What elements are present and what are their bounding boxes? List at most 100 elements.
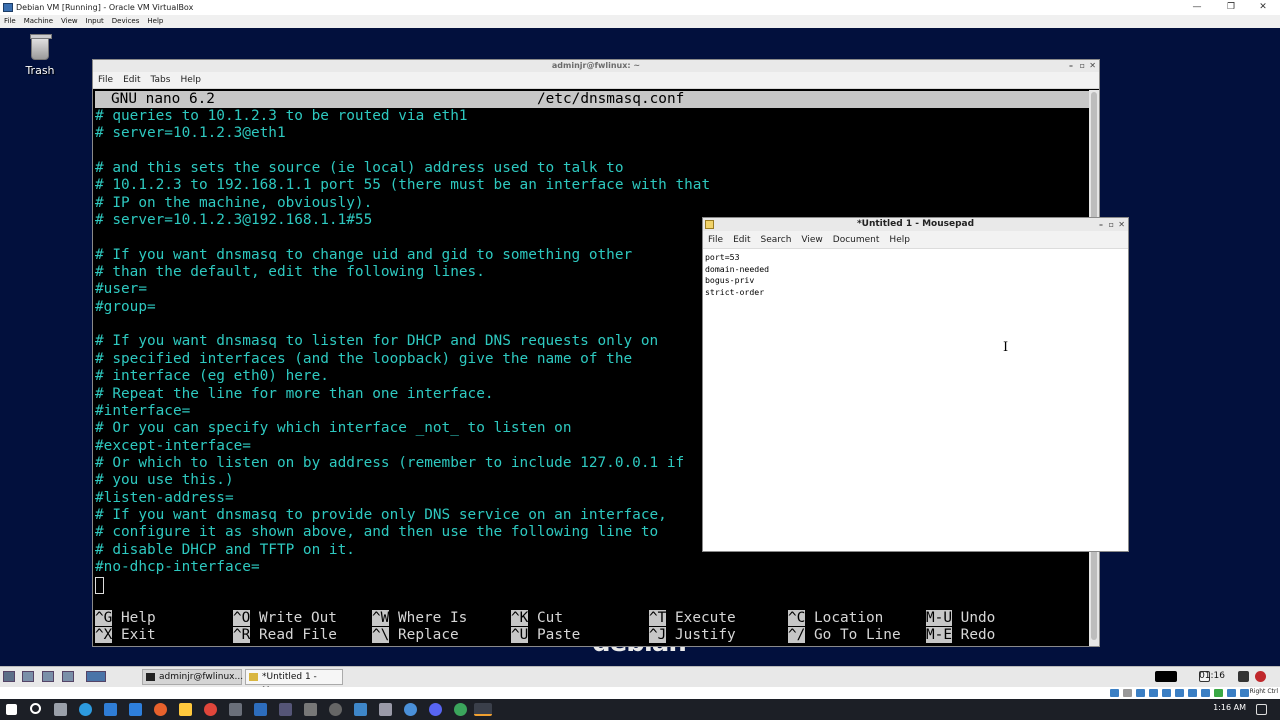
host-minimize-button[interactable]: — [1182, 0, 1212, 15]
mouse-integration-icon[interactable] [1227, 689, 1236, 697]
trash-icon [30, 34, 52, 60]
recording-status-icon[interactable] [1201, 689, 1210, 697]
shortcut-go-to-line[interactable]: ^/ Go To Line [788, 627, 901, 644]
file-explorer-icon[interactable] [179, 703, 192, 716]
vbox-status-bar: Right Ctrl [0, 687, 1280, 699]
mousepad-menu-file[interactable]: File [703, 231, 728, 249]
power-icon[interactable] [1255, 671, 1266, 682]
nano-filename: /etc/dnsmasq.conf [537, 91, 685, 107]
workspace-switcher-icon[interactable] [86, 671, 106, 682]
host-menu-input[interactable]: Input [82, 15, 108, 28]
host-taskbar: 1:16 AM [0, 699, 1280, 720]
mousepad-maximize-icon[interactable]: ▫ [1109, 218, 1114, 231]
task-terminal[interactable]: adminjr@fwlinux... [142, 669, 243, 685]
trash-label: Trash [25, 64, 55, 77]
mousepad-menu-document[interactable]: Document [828, 231, 885, 249]
terminal-close-icon[interactable]: ✕ [1089, 60, 1096, 72]
host-maximize-button[interactable]: ❐ [1216, 0, 1246, 15]
terminal-titlebar[interactable]: adminjr@fwlinux: ~ – ▫ ✕ [93, 60, 1099, 72]
app-icon[interactable] [254, 703, 267, 716]
app-icon[interactable] [379, 703, 392, 716]
terminal-menu-file[interactable]: File [93, 72, 118, 89]
keyboard-status-icon[interactable] [1240, 689, 1249, 697]
app-icon[interactable] [454, 703, 467, 716]
mousepad-menu-edit[interactable]: Edit [728, 231, 755, 249]
host-menu-help[interactable]: Help [143, 15, 167, 28]
app-icon[interactable] [404, 703, 417, 716]
optical-status-icon[interactable] [1123, 689, 1132, 697]
shortcut-write-out[interactable]: ^O Write Out [233, 610, 337, 627]
app-icon[interactable] [279, 703, 292, 716]
tray-box-icon[interactable] [1155, 671, 1177, 682]
windows-start-icon[interactable] [6, 704, 17, 715]
task-view-icon[interactable] [54, 703, 67, 716]
text-line: # server=10.1.2.3@eth1 [95, 125, 286, 142]
app-icon[interactable] [129, 703, 142, 716]
applications-menu-icon[interactable] [3, 671, 15, 682]
terminal-launcher-icon[interactable] [42, 671, 54, 682]
shared-folders-icon[interactable] [1175, 689, 1184, 697]
nano-version: GNU nano 6.2 [111, 91, 215, 107]
chrome-icon[interactable] [204, 703, 217, 716]
mousepad-app-icon [705, 220, 714, 229]
host-key-hint: Right Ctrl [1249, 688, 1278, 695]
shortcut-exit[interactable]: ^X Exit [95, 627, 156, 644]
terminal-minimize-icon[interactable]: – [1069, 60, 1073, 72]
terminal-menubar: File Edit Tabs Help [93, 72, 1099, 89]
discord-icon[interactable] [429, 703, 442, 716]
audio-status-icon[interactable] [1136, 689, 1145, 697]
firefox-icon[interactable] [154, 703, 167, 716]
mousepad-titlebar[interactable]: *Untitled 1 - Mousepad – ▫ ✕ [703, 218, 1128, 231]
text-cursor [95, 577, 104, 594]
ibeam-cursor-icon: I [1003, 340, 1009, 355]
trash-desktop-icon[interactable]: Trash [22, 34, 58, 77]
network-status-icon[interactable] [1149, 689, 1158, 697]
usb-status-icon[interactable] [1162, 689, 1171, 697]
app-icon[interactable] [104, 703, 117, 716]
host-menu-file[interactable]: File [0, 15, 20, 28]
terminal-menu-tabs[interactable]: Tabs [146, 72, 176, 89]
host-menu-view[interactable]: View [57, 15, 82, 28]
shortcut-where-is[interactable]: ^W Where Is [372, 610, 467, 627]
hdd-status-icon[interactable] [1110, 689, 1119, 697]
shortcut-justify[interactable]: ^J Justify [649, 627, 736, 644]
network-icon[interactable] [1238, 671, 1249, 682]
notifications-icon[interactable] [1256, 704, 1267, 715]
shortcut-replace[interactable]: ^\ Replace [372, 627, 459, 644]
mousepad-menu-search[interactable]: Search [756, 231, 797, 249]
cpu-status-icon[interactable] [1214, 689, 1223, 697]
mousepad-close-icon[interactable]: ✕ [1118, 218, 1125, 231]
mousepad-menu-help[interactable]: Help [884, 231, 915, 249]
mousepad-minimize-icon[interactable]: – [1099, 218, 1103, 231]
host-close-button[interactable]: ✕ [1248, 0, 1278, 15]
host-menu-machine[interactable]: Machine [20, 15, 57, 28]
mousepad-text-area[interactable]: port=53 domain-needed bogus-priv strict-… [703, 249, 1128, 301]
shortcut-undo[interactable]: M-U Undo [926, 610, 995, 627]
host-menu-devices[interactable]: Devices [108, 15, 144, 28]
file-manager-icon[interactable] [62, 671, 74, 682]
shortcut-location[interactable]: ^C Location [788, 610, 883, 627]
app-icon[interactable] [229, 703, 242, 716]
mousepad-menu-view[interactable]: View [796, 231, 827, 249]
display-status-icon[interactable] [1188, 689, 1197, 697]
show-desktop-icon[interactable] [22, 671, 34, 682]
virtualbox-icon [3, 3, 13, 12]
app-icon[interactable] [354, 703, 367, 716]
shortcut-redo[interactable]: M-E Redo [926, 627, 995, 644]
shortcut-paste[interactable]: ^U Paste [511, 627, 580, 644]
nano-header-bar: GNU nano 6.2 /etc/dnsmasq.conf [95, 91, 1089, 108]
virtualbox-taskbar-icon[interactable] [474, 703, 492, 716]
app-icon[interactable] [329, 703, 342, 716]
app-icon[interactable] [304, 703, 317, 716]
shortcut-read-file[interactable]: ^R Read File [233, 627, 337, 644]
terminal-maximize-icon[interactable]: ▫ [1080, 60, 1085, 72]
search-icon[interactable] [30, 703, 41, 714]
shortcut-cut[interactable]: ^K Cut [511, 610, 563, 627]
shortcut-help[interactable]: ^G Help [95, 610, 156, 627]
mousepad-window[interactable]: *Untitled 1 - Mousepad – ▫ ✕ File Edit Sea… [702, 217, 1129, 552]
task-mousepad[interactable]: *Untitled 1 - Mo... [245, 669, 343, 696]
edge-icon[interactable] [79, 703, 92, 716]
shortcut-execute[interactable]: ^T Execute [649, 610, 736, 627]
terminal-menu-help[interactable]: Help [175, 72, 206, 89]
terminal-menu-edit[interactable]: Edit [118, 72, 145, 89]
